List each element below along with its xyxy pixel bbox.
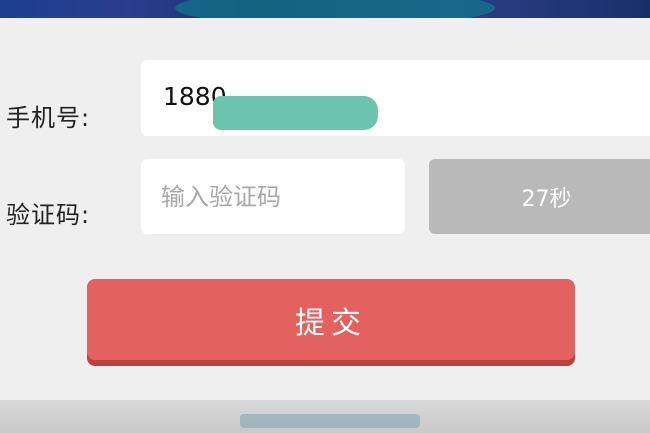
background-graphic [240, 414, 420, 428]
phone-label: 手机号: [6, 104, 91, 132]
code-label: 验证码: [6, 201, 91, 229]
submit-button[interactable]: 提交 [87, 279, 575, 360]
background-bottom [0, 400, 650, 433]
countdown-button[interactable]: 27秒 [429, 159, 650, 234]
code-input[interactable] [141, 159, 405, 234]
code-field-container [141, 159, 405, 234]
background-banner [0, 0, 650, 26]
redaction-mark [213, 96, 378, 130]
verification-dialog: 手机号: 1880 验证码: 27秒 提交 [0, 18, 650, 400]
